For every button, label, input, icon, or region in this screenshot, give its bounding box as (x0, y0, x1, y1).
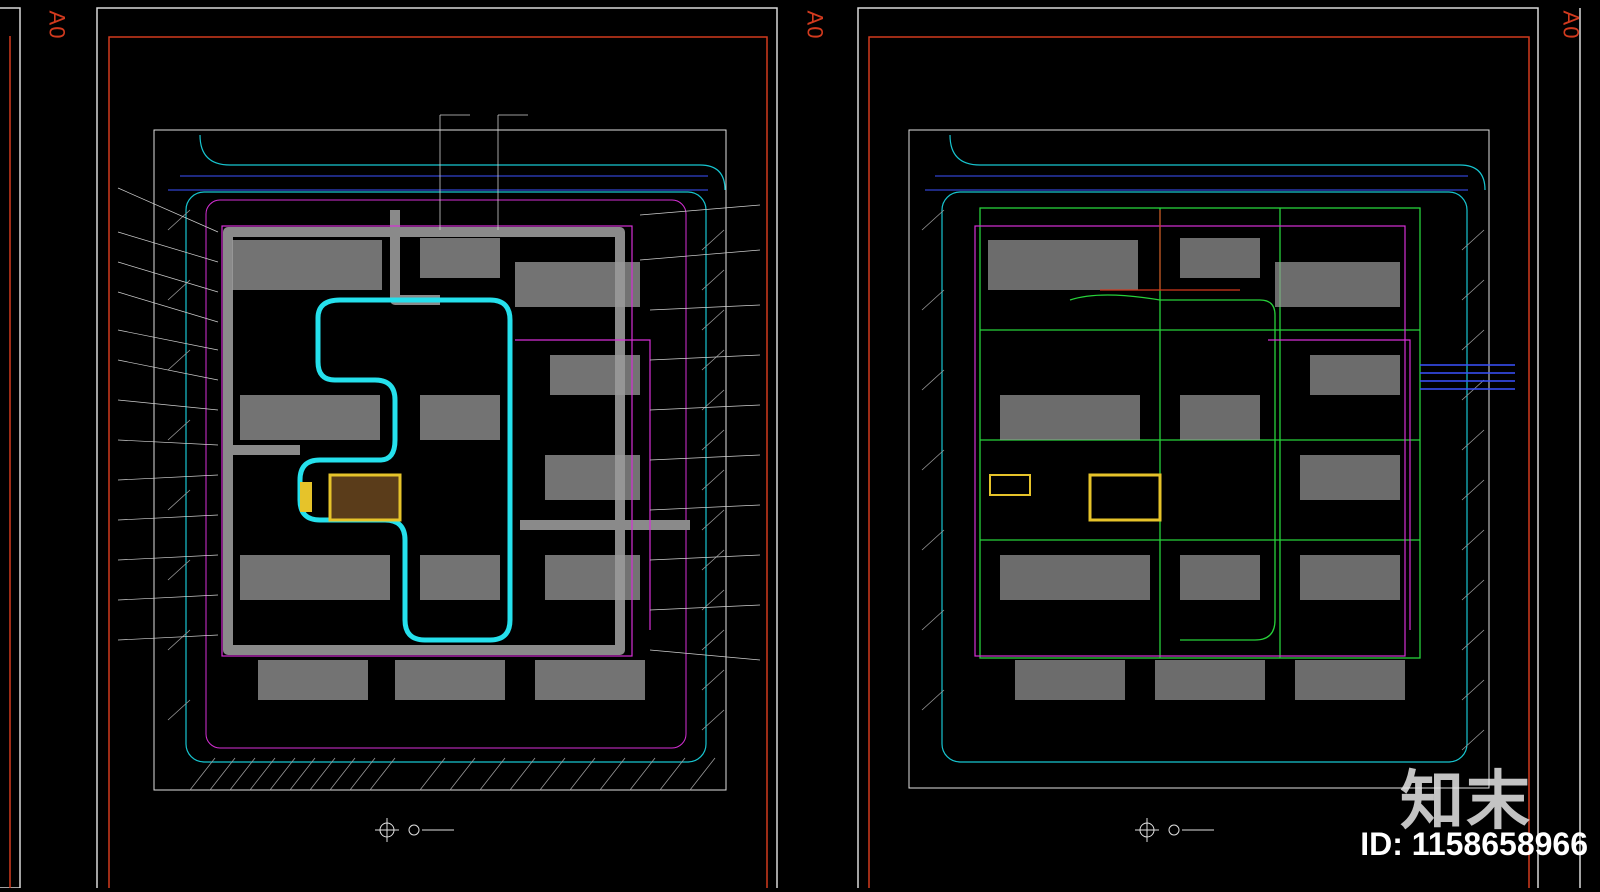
residential-buildings-2 (988, 238, 1405, 700)
cad-drawing-canvas[interactable]: A0 A0 A0 知末 ID: 1158658966 (0, 0, 1600, 892)
site-plan-drawing (0, 7, 1581, 892)
sheet-size-label-middle: A0 (802, 10, 828, 40)
central-plaza (328, 473, 402, 522)
hatch-west (167, 209, 191, 721)
hatch-east-2 (1461, 229, 1485, 751)
sheet-left-partial (0, 7, 21, 889)
sheet-landscape-plan (96, 7, 778, 892)
sheet-size-label-left: A0 (44, 10, 70, 40)
watermark-id-text: ID: 1158658966 (1360, 826, 1588, 862)
annotation-leaders-west (117, 187, 219, 641)
annotation-leaders-east (639, 204, 761, 661)
hatch-south (189, 757, 716, 791)
north-arrow-2 (1135, 818, 1214, 842)
north-arrow-1 (375, 818, 454, 842)
hatch-west-2 (921, 209, 945, 711)
sheet-size-label-right: A0 (1558, 10, 1584, 40)
residential-buildings (232, 238, 645, 700)
